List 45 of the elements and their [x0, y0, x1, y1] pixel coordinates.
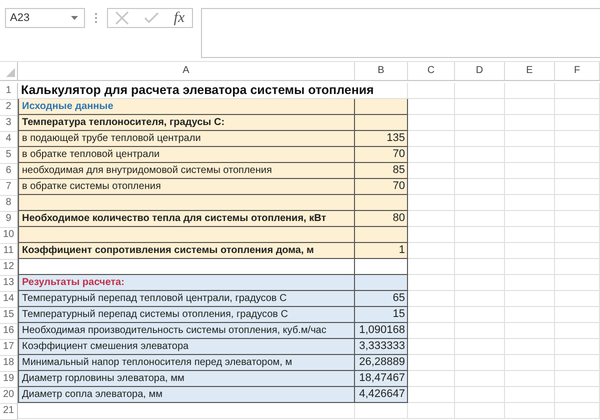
table-cell: Минимальный напор теплоносителя перед элеватором, м: [18, 355, 355, 371]
table-cell: 135: [355, 131, 408, 147]
insert-function-button[interactable]: fx: [174, 10, 185, 26]
table-cell: 80: [355, 211, 408, 227]
select-all-icon[interactable]: [6, 68, 15, 77]
table-cell: Коэффициент сопротивления системы отопления дома, м: [18, 243, 355, 259]
row-number[interactable]: 1: [0, 83, 18, 99]
cancel-icon[interactable]: [115, 11, 130, 25]
table-cell: 1,090168: [355, 323, 408, 339]
column-header[interactable]: C: [408, 62, 455, 80]
column-header[interactable]: A: [18, 62, 355, 80]
row-number[interactable]: 12: [0, 259, 18, 275]
table-cell: в подающей трубе тепловой централи: [18, 131, 355, 147]
column-header[interactable]: D: [455, 62, 505, 80]
table-cell: 18,47467: [355, 371, 408, 387]
table-cell: 4,426647: [355, 387, 408, 403]
table-cell: в обратке системы отопления: [18, 179, 355, 195]
table-cell: Диаметр горловины элеватора, мм: [18, 371, 355, 387]
table-cell: 70: [355, 147, 408, 163]
table-cell: Температурный перепад тепловой централи, градусов С: [18, 291, 355, 307]
table-cell: 1: [355, 243, 408, 259]
table-cell: 70: [355, 179, 408, 195]
column-header[interactable]: E: [505, 62, 555, 80]
column-header[interactable]: B: [355, 62, 408, 80]
table-cell: Температура теплоносителя, градусы С:: [18, 115, 355, 131]
table-cell: 3,333333: [355, 339, 408, 355]
row-number[interactable]: 21: [0, 403, 18, 419]
check-icon[interactable]: [144, 12, 160, 24]
table-cell: 26,28889: [355, 355, 408, 371]
table-cell: в обратке тепловой централи: [18, 147, 355, 163]
section-heading: Результаты расчета:: [18, 275, 355, 291]
table-cell: Необходимое количество тепла для системы отопления, кВт: [18, 211, 355, 227]
table-cell: 15: [355, 307, 408, 323]
name-box[interactable]: A23: [5, 8, 85, 28]
table-cell: 65: [355, 291, 408, 307]
section-heading: Исходные данные: [18, 99, 355, 115]
table-cell: 85: [355, 163, 408, 179]
formula-input[interactable]: [201, 8, 600, 58]
table-cell: Необходимая производительность системы отопления, куб.м/час: [18, 323, 355, 339]
table-cell: Диаметр сопла элеватора, мм: [18, 387, 355, 403]
table-cell: необходимая для внутридомовой системы отопления: [18, 163, 355, 179]
table-cell: Коэффициент смешения элеватора: [18, 339, 355, 355]
column-header[interactable]: F: [555, 62, 600, 80]
dropdown-icon[interactable]: [71, 16, 78, 20]
table-cell: Температурный перепад системы отопления, градусов С: [18, 307, 355, 323]
